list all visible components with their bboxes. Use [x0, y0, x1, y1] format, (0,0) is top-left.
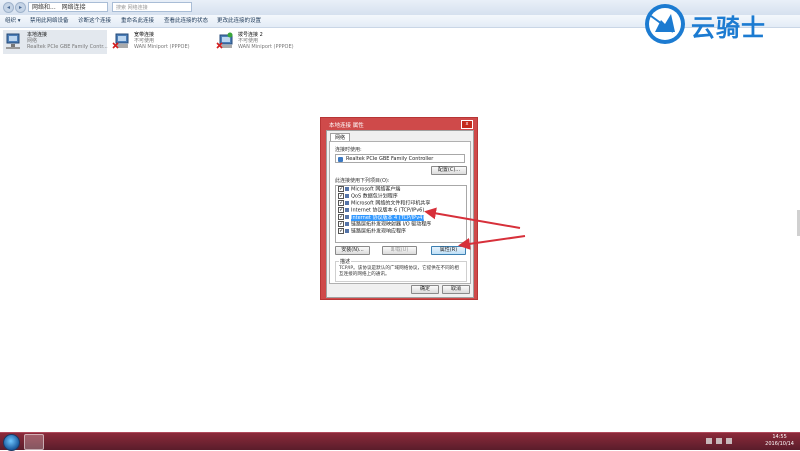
connection-broadband[interactable]: 宽带连接 不可使用 WAN Miniport (PPPOE): [110, 30, 210, 54]
connect-using-label: 连接时使用:: [335, 147, 362, 153]
knight-logo-icon: [645, 4, 685, 44]
clock[interactable]: 14:55 2016/10/14: [765, 434, 794, 448]
back-icon[interactable]: ◂: [3, 2, 14, 13]
item-label: Internet 协议版本 4 (TCP/IPv4): [351, 214, 425, 221]
network-adapter-disabled-icon: [112, 33, 129, 49]
diagnose-button[interactable]: 诊断这个连接: [78, 16, 111, 26]
clock-date: 2016/10/14: [765, 441, 794, 447]
checkbox[interactable]: ✔: [338, 214, 344, 220]
watermark-logo: 云骑士: [643, 2, 793, 48]
network-card-icon: [338, 157, 343, 162]
properties-button[interactable]: 属性(R): [431, 246, 466, 255]
checkbox[interactable]: ✔: [338, 207, 344, 213]
change-settings-button[interactable]: 更改此连接的设置: [217, 16, 261, 26]
list-item[interactable]: ✔ 链路层拓扑发现映射器 I/O 驱动程序: [336, 221, 466, 228]
network-adapter-disabled-icon: [216, 32, 233, 49]
checkbox[interactable]: ✔: [338, 200, 344, 206]
client-icon: [345, 187, 349, 191]
protocol-icon: [345, 215, 349, 219]
list-item[interactable]: ✔ Microsoft 网络客户端: [336, 186, 466, 193]
service-icon: [345, 194, 349, 198]
checkbox[interactable]: ✔: [338, 193, 344, 199]
organize-menu[interactable]: 组织 ▾: [5, 16, 21, 26]
dialog-title: 本地连接 属性: [329, 123, 364, 129]
flag-icon[interactable]: [706, 438, 712, 444]
connection-device: WAN Miniport (PPPOE): [134, 44, 190, 50]
list-item[interactable]: ✔ 链路层拓扑发现响应程序: [336, 228, 466, 235]
checkbox[interactable]: ✔: [338, 221, 344, 227]
rename-button[interactable]: 重命名此连接: [121, 16, 154, 26]
protocol-icon: [345, 229, 349, 233]
service-icon: [345, 201, 349, 205]
item-label: Microsoft 网络的文件和打印机共享: [351, 200, 431, 207]
connection-device: Realtek PCIe GBE Family Contr...: [27, 44, 108, 50]
item-label: Internet 协议版本 6 (TCP/IPv6): [351, 207, 425, 214]
search-input[interactable]: 搜索 网络连接: [112, 2, 192, 12]
item-label: 链路层拓扑发现响应程序: [351, 228, 407, 235]
list-item[interactable]: ✔ Internet 协议版本 6 (TCP/IPv6): [336, 207, 466, 214]
description-title: 描述: [339, 258, 352, 265]
explorer-taskbar-icon[interactable]: [24, 434, 44, 450]
description-text: TCP/IP。该协议是默认的广域网络协议，它提供在不同的相互连接的网络上的通讯。: [339, 266, 459, 277]
view-status-button[interactable]: 查看此连接的状态: [164, 16, 208, 26]
checkbox[interactable]: ✔: [338, 228, 344, 234]
adapter-name: Realtek PCIe GBE Family Controller: [346, 156, 434, 162]
configure-button[interactable]: 配置(C)...: [431, 166, 467, 175]
taskbar: 14:55 2016/10/14: [0, 432, 800, 451]
item-label: 链路层拓扑发现映射器 I/O 驱动程序: [351, 221, 432, 228]
protocol-icon: [345, 208, 349, 212]
clock-time: 14:55: [772, 434, 787, 440]
items-list[interactable]: ✔ Microsoft 网络客户端 ✔ QoS 数据包计划程序 ✔ Microsoft…: [335, 185, 467, 243]
connection-device: WAN Miniport (PPPOE): [238, 44, 294, 50]
item-label: Microsoft 网络客户端: [351, 186, 401, 193]
list-item[interactable]: ✔ QoS 数据包计划程序: [336, 193, 466, 200]
breadcrumb[interactable]: 网络和... 网络连接: [28, 2, 108, 12]
local-connection-properties-dialog: 本地连接 属性 x 网络 连接时使用: Realtek PCIe GBE Fam…: [320, 117, 478, 300]
forward-icon[interactable]: ▸: [15, 2, 26, 13]
volume-icon[interactable]: [726, 438, 732, 444]
description-group: 描述 TCP/IP。该协议是默认的广域网络协议，它提供在不同的相互连接的网络上的…: [335, 258, 467, 282]
breadcrumb-item[interactable]: 网络和...: [32, 4, 56, 11]
cancel-button[interactable]: 取消: [442, 285, 470, 294]
close-button[interactable]: x: [461, 120, 473, 129]
install-button[interactable]: 安装(N)...: [335, 246, 370, 255]
networking-panel: 连接时使用: Realtek PCIe GBE Family Controlle…: [329, 141, 471, 284]
checkbox[interactable]: ✔: [338, 186, 344, 192]
network-tray-icon[interactable]: [716, 438, 722, 444]
connection-local[interactable]: 本地连接 网络 Realtek PCIe GBE Family Contr...: [3, 30, 108, 54]
list-item-selected[interactable]: ✔ Internet 协议版本 4 (TCP/IPv4): [336, 214, 466, 221]
item-label: QoS 数据包计划程序: [351, 193, 398, 200]
watermark-text: 云骑士: [691, 14, 766, 42]
adapter-field: Realtek PCIe GBE Family Controller: [335, 154, 465, 163]
items-label: 此连接使用下列项目(O):: [335, 178, 390, 184]
list-item[interactable]: ✔ Microsoft 网络的文件和打印机共享: [336, 200, 466, 207]
connection-dialup-2[interactable]: 拨号连接 2 不可使用 WAN Miniport (PPPOE): [214, 30, 314, 54]
start-button[interactable]: [3, 434, 20, 451]
ok-button[interactable]: 确定: [411, 285, 439, 294]
uninstall-button[interactable]: 卸载(U): [382, 246, 417, 255]
disable-device-button[interactable]: 禁用此网络设备: [30, 16, 69, 26]
network-adapter-icon: [6, 33, 20, 49]
breadcrumb-item[interactable]: 网络连接: [62, 4, 86, 11]
protocol-icon: [345, 222, 349, 226]
